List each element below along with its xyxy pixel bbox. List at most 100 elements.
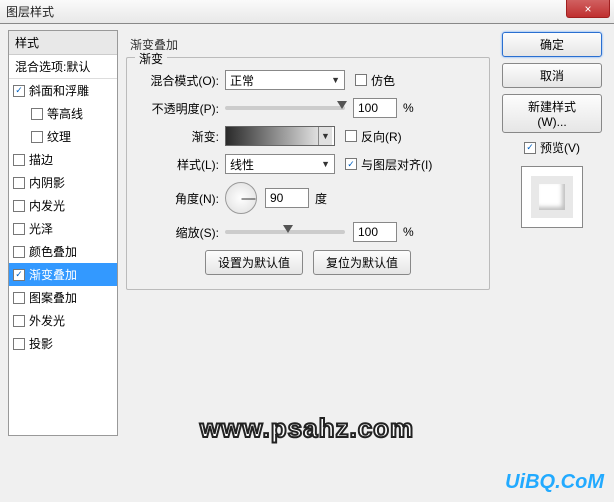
chevron-down-icon: ▼ (321, 159, 330, 169)
sidebar-item-2[interactable]: 纹理 (9, 125, 117, 148)
checkbox-icon (13, 246, 25, 258)
gradient-picker[interactable]: ▼ (225, 126, 335, 146)
sidebar-header: 样式 (9, 31, 117, 55)
sidebar-item-label: 纹理 (47, 128, 71, 145)
row-scale: 缩放(S): 100 % (137, 222, 479, 242)
slider-thumb-icon (283, 225, 293, 233)
sidebar-item-4[interactable]: 内阴影 (9, 171, 117, 194)
checkbox-icon (13, 154, 25, 166)
watermark-psahz: www.psahz.com (200, 413, 414, 444)
right-column: 确定 取消 新建样式(W)... ✓ 预览(V) (498, 30, 606, 436)
checkbox-icon: ✓ (13, 85, 25, 97)
unit-opacity: % (403, 101, 414, 115)
checkbox-align[interactable]: ✓ 与图层对齐(I) (345, 156, 432, 173)
input-opacity[interactable]: 100 (353, 98, 397, 118)
preview-icon (531, 176, 573, 218)
checkbox-icon (31, 131, 43, 143)
chevron-down-icon: ▼ (318, 127, 332, 145)
sidebar-item-7[interactable]: 颜色叠加 (9, 240, 117, 263)
content: 样式 混合选项:默认 ✓斜面和浮雕等高线纹理描边内阴影内发光光泽颜色叠加✓渐变叠… (0, 24, 614, 444)
sidebar-item-8[interactable]: ✓渐变叠加 (9, 263, 117, 286)
close-button[interactable]: × (566, 0, 610, 18)
sidebar-item-9[interactable]: 图案叠加 (9, 286, 117, 309)
checkbox-icon (13, 200, 25, 212)
window-title: 图层样式 (6, 3, 54, 20)
label-blend-mode: 混合模式(O): (137, 72, 219, 89)
chevron-down-icon: ▼ (331, 75, 340, 85)
checkbox-icon (13, 292, 25, 304)
defaults-row: 设置为默认值 复位为默认值 (137, 250, 479, 275)
slider-opacity[interactable] (225, 106, 345, 110)
sidebar-item-10[interactable]: 外发光 (9, 309, 117, 332)
label-scale: 缩放(S): (137, 224, 219, 241)
row-opacity: 不透明度(P): 100 % (137, 98, 479, 118)
row-angle: 角度(N): 90 度 (137, 182, 479, 214)
angle-value: 90 (270, 191, 283, 205)
checkbox-icon: ✓ (524, 142, 536, 154)
row-blend-mode: 混合模式(O): 正常 ▼ 仿色 (137, 70, 479, 90)
sidebar-item-label: 内发光 (29, 197, 65, 214)
row-gradient: 渐变: ▼ 反向(R) (137, 126, 479, 146)
preview-thumbnail (521, 166, 583, 228)
sidebar-item-label: 内阴影 (29, 174, 65, 191)
checkbox-icon (355, 74, 367, 86)
cancel-button[interactable]: 取消 (502, 63, 602, 88)
sidebar-item-label: 斜面和浮雕 (29, 82, 89, 99)
reset-default-button[interactable]: 复位为默认值 (313, 250, 411, 275)
sidebar-item-5[interactable]: 内发光 (9, 194, 117, 217)
titlebar: 图层样式 × (0, 0, 614, 24)
slider-thumb-icon (337, 101, 347, 109)
group-legend: 渐变 (135, 50, 167, 67)
checkbox-dither[interactable]: 仿色 (355, 72, 395, 89)
close-icon: × (584, 2, 591, 16)
dial-needle-icon (242, 199, 256, 200)
input-scale[interactable]: 100 (353, 222, 397, 242)
checkbox-icon (31, 108, 43, 120)
make-default-button[interactable]: 设置为默认值 (205, 250, 303, 275)
new-style-button[interactable]: 新建样式(W)... (502, 94, 602, 133)
sidebar-item-label: 投影 (29, 335, 53, 352)
watermark-uibq: UiBQ.CoM (505, 471, 604, 494)
checkbox-icon (13, 177, 25, 189)
label-preview: 预览(V) (540, 139, 580, 156)
sidebar-item-label: 颜色叠加 (29, 243, 77, 260)
checkbox-icon (345, 130, 357, 142)
sidebar-item-6[interactable]: 光泽 (9, 217, 117, 240)
label-style: 样式(L): (137, 156, 219, 173)
sidebar-item-label: 等高线 (47, 105, 83, 122)
scale-value: 100 (358, 225, 378, 239)
sidebar-item-label: 光泽 (29, 220, 53, 237)
sidebar-item-0[interactable]: ✓ 斜面和浮雕 (9, 79, 117, 102)
ok-button[interactable]: 确定 (502, 32, 602, 57)
sidebar-item-11[interactable]: 投影 (9, 332, 117, 355)
label-align: 与图层对齐(I) (361, 156, 432, 173)
sidebar-item-label: 描边 (29, 151, 53, 168)
checkbox-preview[interactable]: ✓ 预览(V) (524, 139, 580, 156)
checkbox-icon (13, 223, 25, 235)
sidebar-item-label: 渐变叠加 (29, 266, 77, 283)
checkbox-reverse[interactable]: 反向(R) (345, 128, 402, 145)
label-dither: 仿色 (371, 72, 395, 89)
main-panel: 渐变叠加 渐变 混合模式(O): 正常 ▼ 仿色 不透明度(P): 100 % (118, 30, 498, 436)
unit-scale: % (403, 225, 414, 239)
select-blend-mode[interactable]: 正常 ▼ (225, 70, 345, 90)
slider-scale[interactable] (225, 230, 345, 234)
select-style[interactable]: 线性 ▼ (225, 154, 335, 174)
angle-dial[interactable] (225, 182, 257, 214)
checkbox-icon: ✓ (345, 158, 357, 170)
gradient-group: 渐变 混合模式(O): 正常 ▼ 仿色 不透明度(P): 100 % 渐 (126, 57, 490, 290)
unit-angle: 度 (315, 190, 327, 207)
sidebar-item-1[interactable]: 等高线 (9, 102, 117, 125)
sidebar-item-label: 外发光 (29, 312, 65, 329)
label-gradient: 渐变: (137, 128, 219, 145)
checkbox-icon (13, 315, 25, 327)
sidebar-item-3[interactable]: 描边 (9, 148, 117, 171)
select-blend-mode-value: 正常 (230, 72, 254, 89)
label-reverse: 反向(R) (361, 128, 402, 145)
sidebar: 样式 混合选项:默认 ✓ 斜面和浮雕等高线纹理描边内阴影内发光光泽颜色叠加 ✓渐变叠… (8, 30, 118, 436)
input-angle[interactable]: 90 (265, 188, 309, 208)
row-style: 样式(L): 线性 ▼ ✓ 与图层对齐(I) (137, 154, 479, 174)
select-style-value: 线性 (230, 156, 254, 173)
sidebar-blend-options[interactable]: 混合选项:默认 (9, 55, 117, 79)
sidebar-list: ✓ 斜面和浮雕等高线纹理描边内阴影内发光光泽颜色叠加 ✓渐变叠加图案叠加外发光投影 (9, 79, 117, 355)
